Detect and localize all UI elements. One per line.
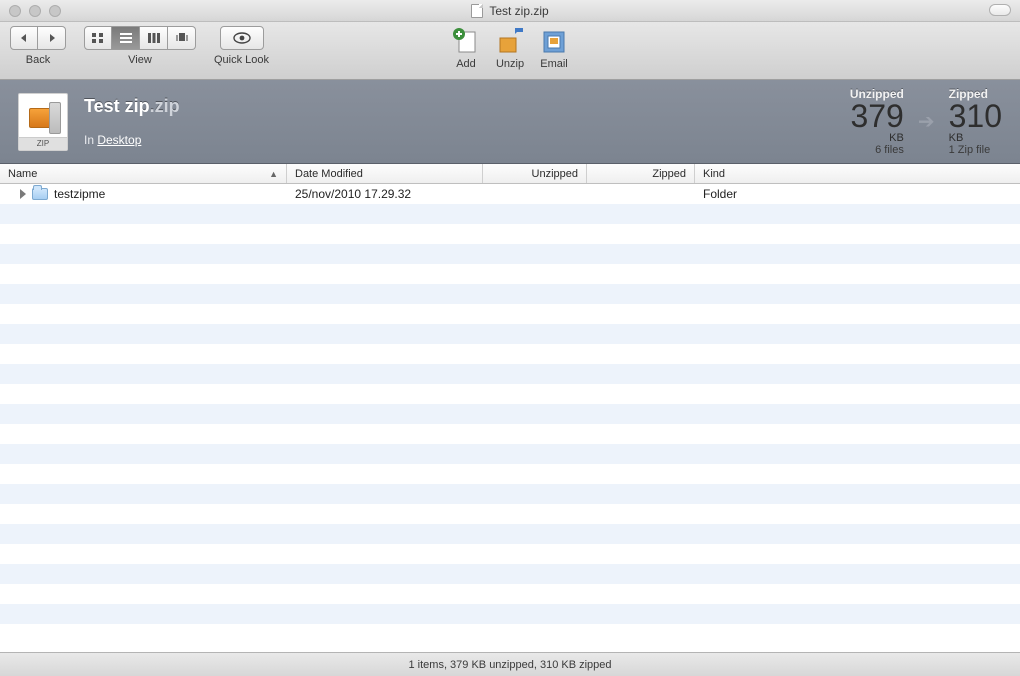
add-button[interactable]: Add	[449, 26, 483, 70]
forward-button[interactable]	[38, 26, 66, 50]
archive-name-ext: .zip	[150, 96, 180, 116]
toolbar-center: Add Unzip E	[449, 26, 571, 70]
view-group: View	[84, 26, 196, 66]
table-row	[0, 444, 1020, 464]
column-date-modified[interactable]: Date Modified	[287, 164, 483, 183]
table-row	[0, 484, 1020, 504]
archive-location: In Desktop	[84, 133, 850, 147]
unzip-button[interactable]: Unzip	[493, 26, 527, 70]
view-list-button[interactable]	[112, 26, 140, 50]
table-row	[0, 204, 1020, 224]
table-row	[0, 224, 1020, 244]
table-row	[0, 284, 1020, 304]
table-row	[0, 564, 1020, 584]
table-row	[0, 584, 1020, 604]
view-label: View	[128, 54, 152, 66]
email-button[interactable]: Email	[537, 26, 571, 70]
email-icon	[537, 26, 571, 56]
info-panel: ZIP Test zip.zip In Desktop Unzipped 379…	[0, 80, 1020, 164]
zipped-size-col: Zipped 310 KB 1 Zip file	[949, 87, 1002, 156]
table-row[interactable]: testzipme 25/nov/2010 17.29.32 Folder	[0, 184, 1020, 204]
status-bar: 1 items, 379 KB unzipped, 310 KB zipped	[0, 652, 1020, 676]
add-label: Add	[456, 58, 476, 70]
archive-name-base: Test zip	[84, 96, 150, 116]
toolbar-toggle-button[interactable]	[989, 4, 1011, 16]
close-window-button[interactable]	[9, 5, 21, 17]
location-link[interactable]: Desktop	[97, 133, 141, 147]
table-row	[0, 464, 1020, 484]
archive-icon: ZIP	[18, 93, 68, 151]
quicklook-button[interactable]	[220, 26, 264, 50]
back-label: Back	[26, 54, 50, 66]
back-group: Back	[10, 26, 66, 66]
table-row	[0, 424, 1020, 444]
sort-asc-icon: ▲	[269, 169, 278, 179]
unzip-icon	[493, 26, 527, 56]
status-text: 1 items, 379 KB unzipped, 310 KB zipped	[408, 659, 611, 671]
table-row	[0, 244, 1020, 264]
email-label: Email	[540, 58, 568, 70]
arrow-icon: ➔	[918, 109, 935, 134]
column-name[interactable]: Name▲	[0, 164, 287, 183]
window-title-text: Test zip.zip	[489, 4, 548, 18]
table-row	[0, 304, 1020, 324]
document-icon	[471, 4, 483, 18]
unzipped-size-value: 379	[850, 101, 903, 131]
folder-icon	[32, 188, 48, 200]
zip-badge: ZIP	[19, 137, 67, 150]
add-icon	[449, 26, 483, 56]
row-date: 25/nov/2010 17.29.32	[287, 187, 483, 201]
column-headers: Name▲ Date Modified Unzipped Zipped Kind	[0, 164, 1020, 184]
table-row	[0, 404, 1020, 424]
column-unzipped[interactable]: Unzipped	[483, 164, 587, 183]
window-title: Test zip.zip	[0, 4, 1020, 18]
table-row	[0, 544, 1020, 564]
column-kind[interactable]: Kind	[695, 164, 1020, 183]
disclosure-triangle-icon[interactable]	[20, 189, 26, 199]
zipped-size-value: 310	[949, 101, 1002, 131]
quicklook-label: Quick Look	[214, 54, 269, 66]
row-name: testzipme	[54, 187, 105, 201]
zoom-window-button[interactable]	[49, 5, 61, 17]
minimize-window-button[interactable]	[29, 5, 41, 17]
location-prefix: In	[84, 133, 97, 147]
table-row	[0, 384, 1020, 404]
unzipped-size-col: Unzipped 379 KB 6 files	[850, 87, 904, 156]
table-row	[0, 604, 1020, 624]
table-row	[0, 504, 1020, 524]
archive-name: Test zip.zip	[84, 96, 850, 117]
file-meta: Test zip.zip In Desktop	[84, 96, 850, 147]
column-zipped[interactable]: Zipped	[587, 164, 695, 183]
unzip-label: Unzip	[496, 58, 524, 70]
unzipped-sub: 6 files	[850, 144, 904, 156]
app-window: Test zip.zip Back	[0, 0, 1020, 676]
eye-icon	[233, 32, 251, 44]
file-list[interactable]: testzipme 25/nov/2010 17.29.32 Folder	[0, 184, 1020, 652]
table-row	[0, 264, 1020, 284]
back-button[interactable]	[10, 26, 38, 50]
size-panel: Unzipped 379 KB 6 files ➔ Zipped 310 KB …	[850, 87, 1002, 156]
table-row	[0, 344, 1020, 364]
view-coverflow-button[interactable]	[168, 26, 196, 50]
view-icons-button[interactable]	[84, 26, 112, 50]
row-kind: Folder	[695, 187, 1020, 201]
titlebar: Test zip.zip	[0, 0, 1020, 22]
quicklook-group: Quick Look	[214, 26, 269, 66]
zipped-sub: 1 Zip file	[949, 144, 1002, 156]
toolbar: Back View	[0, 22, 1020, 80]
window-controls	[0, 5, 61, 17]
table-row	[0, 324, 1020, 344]
table-row	[0, 524, 1020, 544]
view-columns-button[interactable]	[140, 26, 168, 50]
table-row	[0, 364, 1020, 384]
